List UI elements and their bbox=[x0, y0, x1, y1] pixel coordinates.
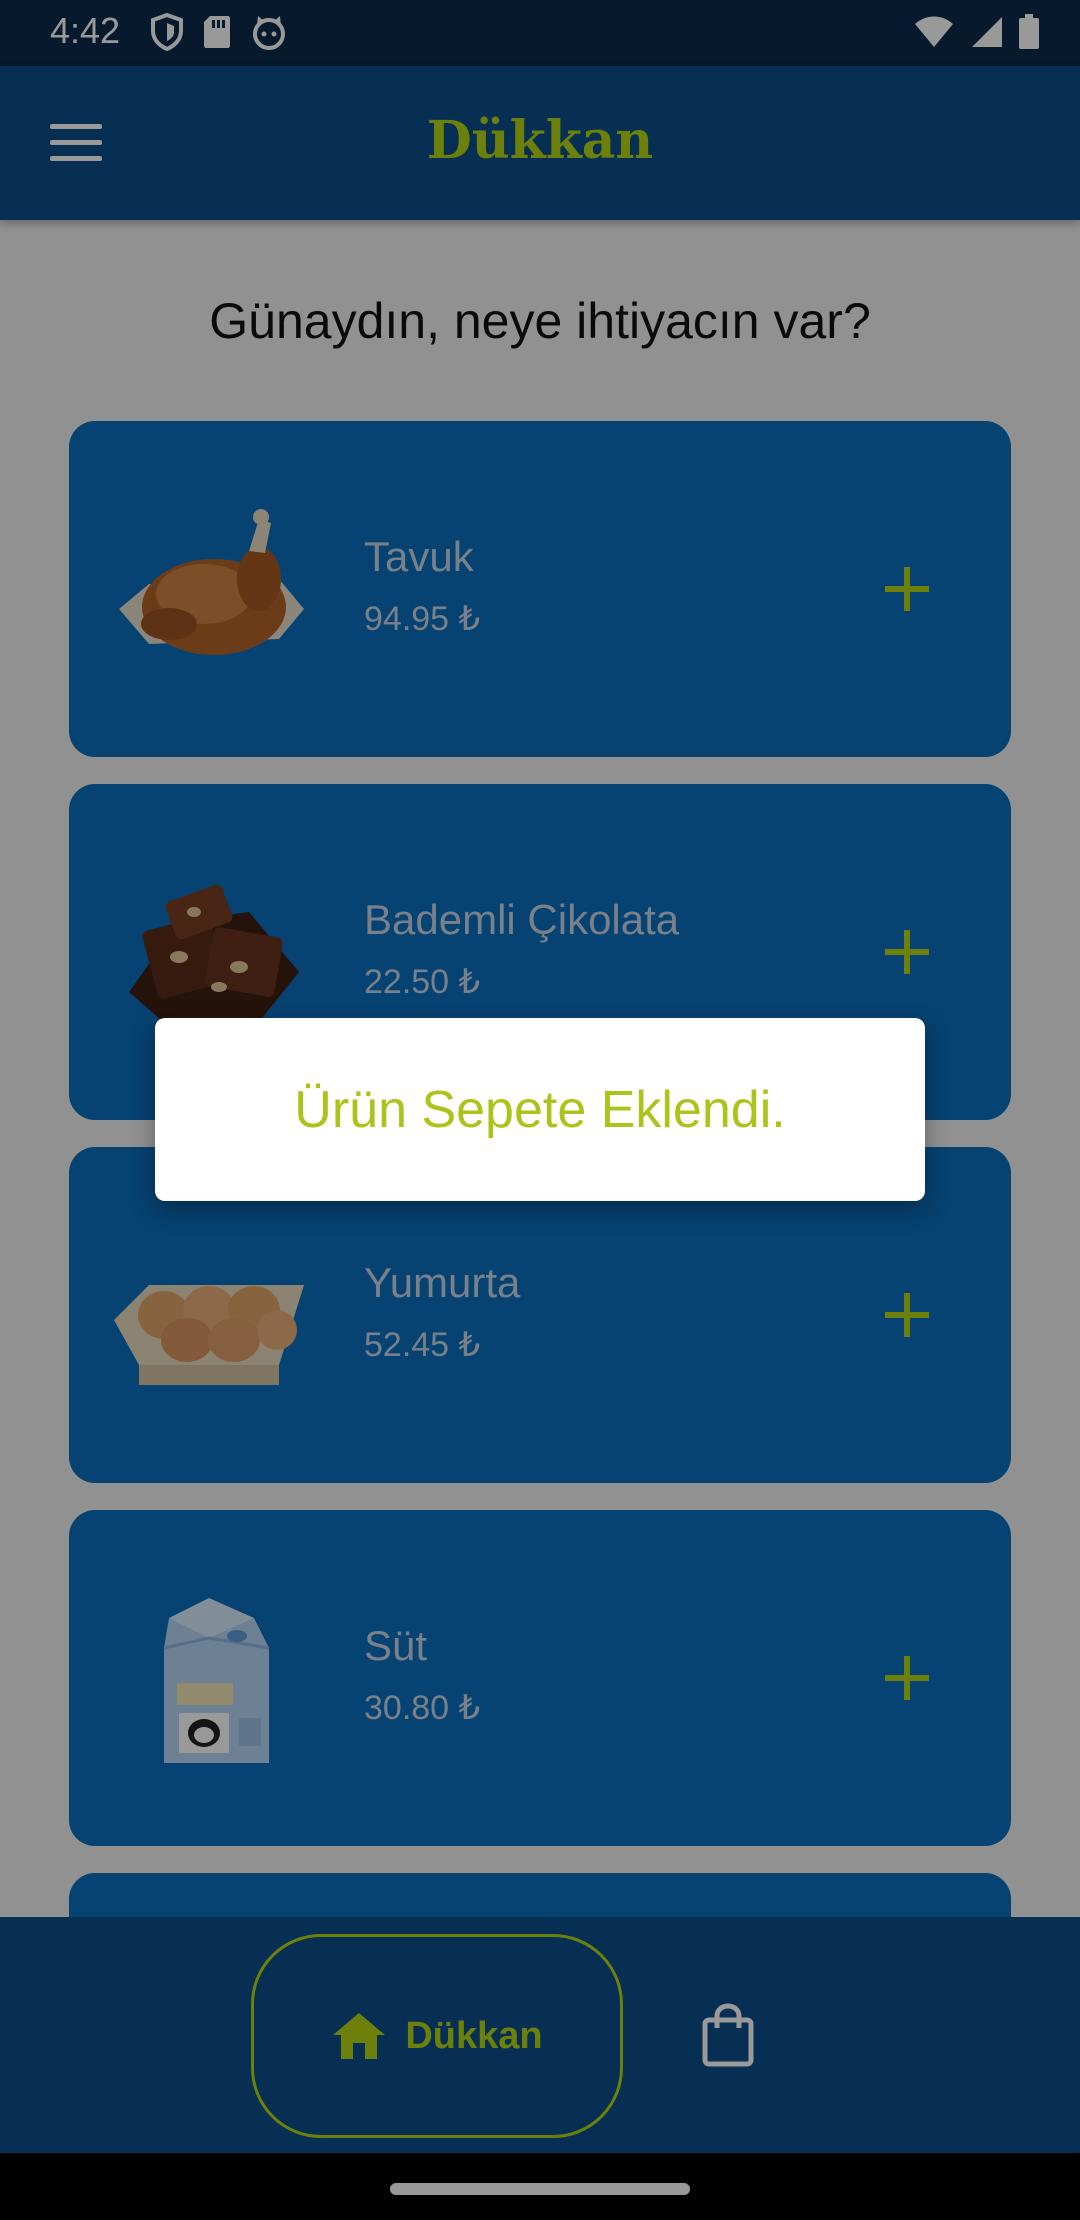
dialog-message: Ürün Sepete Eklendi. bbox=[294, 1080, 786, 1139]
screen: 4:42 Dükkan Günaydın, neye ihtiyacın var… bbox=[0, 0, 1080, 2220]
added-to-cart-dialog: Ürün Sepete Eklendi. bbox=[155, 1018, 925, 1201]
